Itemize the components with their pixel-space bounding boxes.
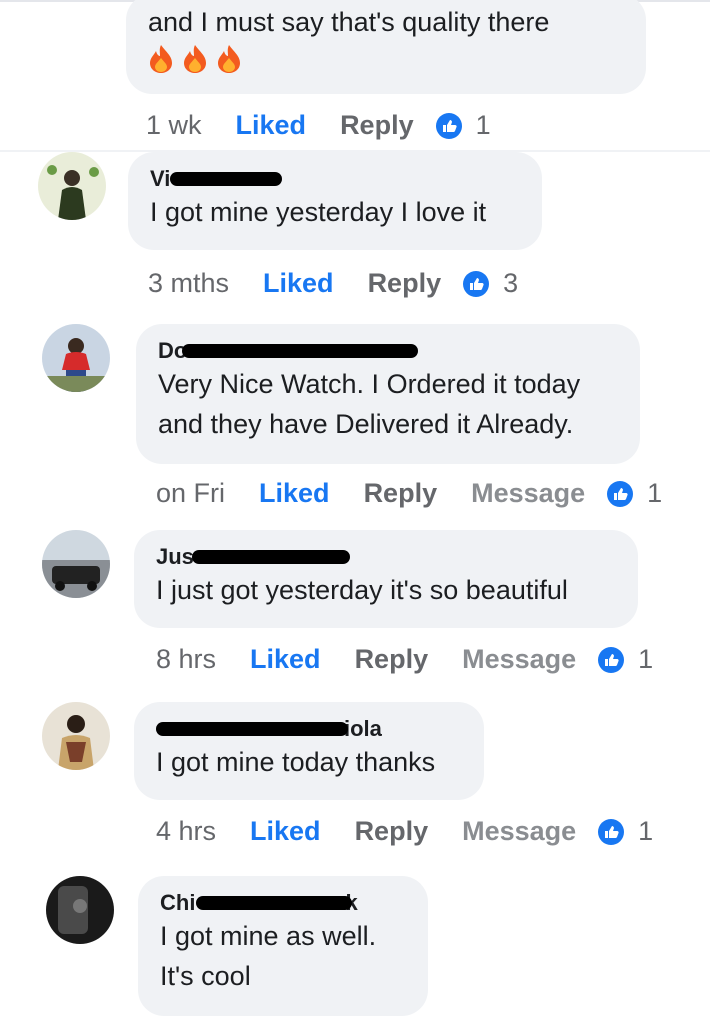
thumbs-up-icon: [598, 646, 625, 673]
reaction-count[interactable]: 1: [476, 110, 491, 141]
comment-bubble: Jus I just got yesterday it's so beautif…: [134, 530, 638, 628]
timestamp: 8 hrs: [156, 644, 217, 674]
redaction-bar: [156, 722, 348, 736]
thumbs-up-icon: [607, 480, 634, 507]
timestamp: 4 hrs: [156, 816, 217, 846]
reply-button[interactable]: Reply: [368, 268, 442, 299]
message-button[interactable]: Message: [462, 644, 576, 675]
reaction-count[interactable]: 1: [638, 644, 653, 675]
comment-text-line-2: and they have Delivered it Already.: [158, 409, 574, 439]
thumbs-up-icon: [463, 270, 490, 297]
redaction-bar: [182, 344, 418, 358]
comment-text: I got mine today thanks: [156, 747, 436, 777]
redaction-bar: [196, 896, 352, 910]
timestamp: 3 mths: [148, 268, 230, 298]
comment-text: I just got yesterday it's so beautiful: [156, 575, 568, 605]
redaction-bar: [170, 172, 282, 186]
comment-actions: 3 mths Liked Reply 3: [148, 268, 518, 299]
comment-text: and I must say that's quality there: [148, 7, 550, 37]
avatar[interactable]: [46, 876, 114, 944]
emoji-row: [148, 44, 624, 79]
comment-actions: 8 hrs Liked Reply Message 1: [156, 644, 653, 675]
comment-bubble: iola I got mine today thanks: [134, 702, 484, 800]
message-button[interactable]: Message: [471, 478, 585, 509]
redaction-bar: [192, 550, 350, 564]
fire-icon: [184, 45, 206, 73]
like-button[interactable]: Liked: [250, 644, 321, 675]
comment-text-line-1: I got mine as well.: [160, 921, 377, 951]
comment-bubble: Do Very Nice Watch. I Ordered it today a…: [136, 324, 640, 464]
like-button[interactable]: Liked: [236, 110, 307, 141]
avatar[interactable]: [38, 152, 106, 220]
like-button[interactable]: Liked: [259, 478, 330, 509]
comment-text-line-2: It's cool: [160, 961, 251, 991]
timestamp: on Fri: [156, 478, 226, 508]
message-button[interactable]: Message: [462, 816, 576, 847]
commenter-name[interactable]: Chik: [160, 890, 358, 916]
comment-bubble: Vi I got mine yesterday I love it: [128, 152, 542, 250]
comment-text: I got mine yesterday I love it: [150, 197, 487, 227]
thumbs-up-icon: [435, 112, 462, 139]
comment-bubble: Chik I got mine as well. It's cool: [138, 876, 428, 1016]
commenter-name[interactable]: iola: [156, 716, 382, 742]
reply-button[interactable]: Reply: [355, 644, 429, 675]
comment-actions: 4 hrs Liked Reply Message 1: [156, 816, 653, 847]
timestamp: 1 wk: [146, 110, 202, 140]
reply-button[interactable]: Reply: [364, 478, 438, 509]
like-button[interactable]: Liked: [263, 268, 334, 299]
commenter-name[interactable]: Jus: [156, 544, 350, 570]
commenter-name[interactable]: Vi: [150, 166, 282, 192]
comment-actions: on Fri Liked Reply Message 1: [156, 478, 662, 509]
fire-icon: [150, 45, 172, 73]
reply-button[interactable]: Reply: [355, 816, 429, 847]
comment-text-line-1: Very Nice Watch. I Ordered it today: [158, 369, 581, 399]
reaction-count[interactable]: 3: [503, 268, 518, 299]
reaction-count[interactable]: 1: [647, 478, 662, 509]
comment-bubble: and I must say that's quality there: [126, 0, 646, 94]
fire-icon: [218, 45, 240, 73]
thumbs-up-icon: [598, 818, 625, 845]
commenter-name[interactable]: Do: [158, 338, 418, 364]
avatar[interactable]: [42, 702, 110, 770]
like-button[interactable]: Liked: [250, 816, 321, 847]
reply-button[interactable]: Reply: [340, 110, 414, 141]
avatar[interactable]: [42, 530, 110, 598]
avatar[interactable]: [42, 324, 110, 392]
reaction-count[interactable]: 1: [638, 816, 653, 847]
comment-actions: 1 wk Liked Reply 1: [146, 110, 491, 141]
